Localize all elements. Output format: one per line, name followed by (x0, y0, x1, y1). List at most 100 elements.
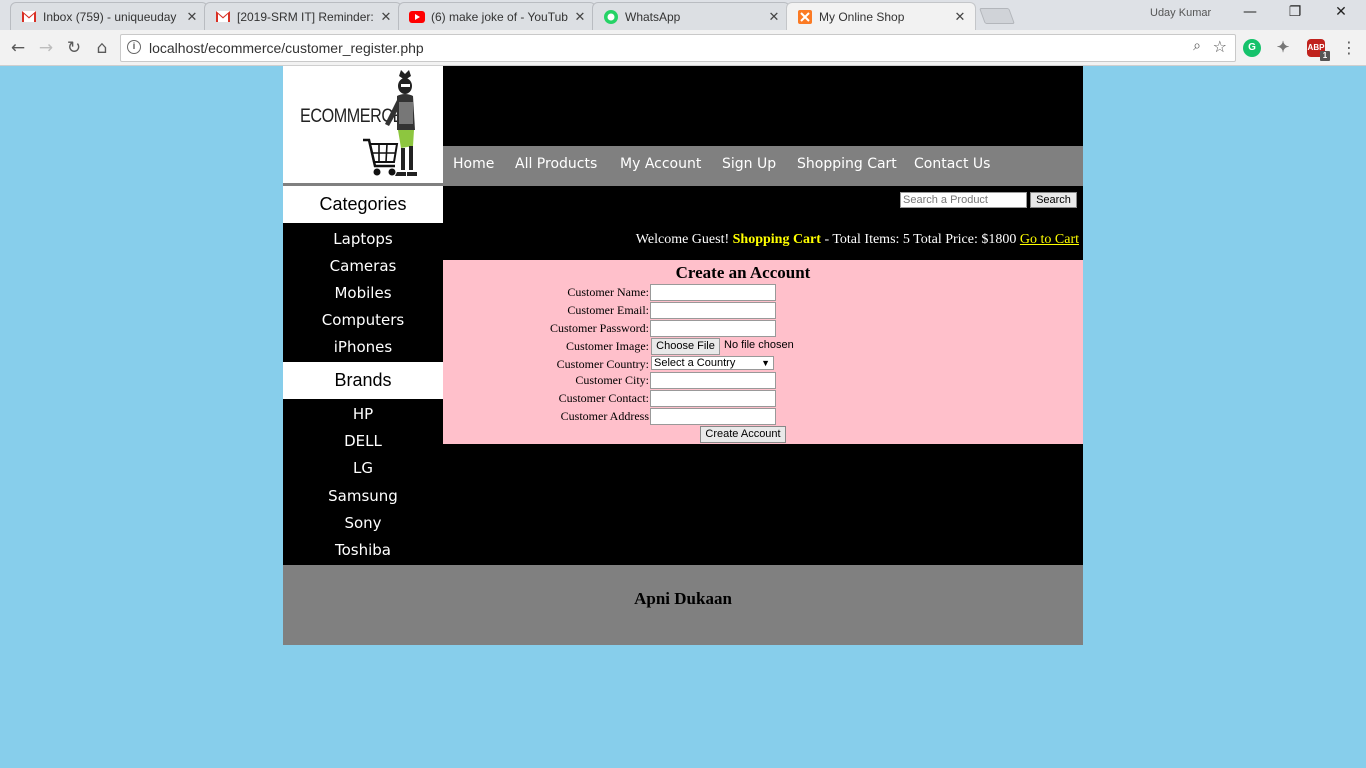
country-select[interactable]: Select a Country ▼ (651, 356, 774, 370)
country-selected-value: Select a Country (654, 357, 736, 369)
url-text[interactable]: localhost/ecommerce/customer_register.ph… (149, 40, 424, 56)
menu-sign-up[interactable]: Sign Up (722, 156, 776, 172)
search-button[interactable]: Search (1030, 192, 1077, 208)
form-row-password: Customer Password: (443, 320, 1083, 338)
close-icon[interactable]: ✕ (953, 9, 967, 25)
main-menu: Home All Products My Account Sign Up Sho… (443, 146, 1083, 186)
welcome-greeting: Welcome Guest! (635, 232, 730, 247)
window-close-icon[interactable]: ✕ (1329, 4, 1353, 20)
footer: Apni Dukaan (283, 565, 1083, 645)
profile-name[interactable]: Uday Kumar (1150, 7, 1211, 19)
gmail-icon (215, 9, 231, 25)
brands-heading: Brands (283, 362, 443, 399)
gmail-icon (21, 9, 37, 25)
browser-tab-youtube[interactable]: (6) make joke of - YouTub ✕ (398, 2, 596, 30)
tab-title: [2019-SRM IT] Reminder: (237, 9, 374, 24)
create-account-button[interactable]: Create Account (700, 426, 786, 443)
xampp-icon (797, 9, 813, 25)
close-icon[interactable]: ✕ (573, 9, 587, 25)
brand-hp[interactable]: HP (283, 405, 443, 423)
customer-email-field[interactable] (650, 302, 776, 319)
browser-tabstrip: Inbox (759) - uniqueuday ✕ [2019-SRM IT]… (0, 0, 1366, 30)
welcome-bar: Welcome Guest! Shopping Cart - Total Ite… (636, 232, 1079, 248)
info-icon[interactable]: i (127, 40, 141, 54)
go-to-cart-link[interactable]: Go to Cart (1020, 232, 1079, 247)
close-icon[interactable]: ✕ (185, 9, 199, 25)
minimize-icon[interactable]: — (1238, 4, 1262, 20)
restore-icon[interactable]: ❐ (1283, 4, 1307, 20)
brand-toshiba[interactable]: Toshiba (283, 541, 443, 559)
footer-text: Apni Dukaan (634, 589, 732, 608)
customer-contact-field[interactable] (650, 390, 776, 407)
category-laptops[interactable]: Laptops (283, 230, 443, 248)
brand-sony[interactable]: Sony (283, 514, 443, 532)
form-row-city: Customer City: (443, 372, 1083, 390)
search-input[interactable]: Search a Product (900, 192, 1027, 208)
content-area: Search a Product Search Welcome Guest! S… (443, 186, 1083, 565)
youtube-icon (409, 9, 425, 25)
home-icon[interactable]: ⌂ (90, 36, 114, 60)
category-computers[interactable]: Computers (283, 311, 443, 329)
register-form: Create an Account Customer Name: Custome… (443, 260, 1083, 444)
menu-all-products[interactable]: All Products (515, 156, 597, 172)
country-label: Customer Country: (556, 357, 649, 371)
reload-icon[interactable]: ↻ (62, 36, 86, 60)
category-iphones[interactable]: iPhones (283, 338, 443, 356)
browser-tab-whatsapp[interactable]: WhatsApp ✕ (592, 2, 790, 30)
grammarly-icon[interactable]: G (1243, 39, 1261, 57)
menu-shopping-cart[interactable]: Shopping Cart (797, 156, 897, 172)
password-label: Customer Password: (550, 321, 649, 335)
menu-contact-us[interactable]: Contact Us (914, 156, 990, 172)
brand-lg[interactable]: LG (283, 459, 443, 477)
form-row-address: Customer Address (443, 408, 1083, 426)
categories-heading: Categories (283, 186, 443, 223)
name-label: Customer Name: (567, 285, 649, 299)
brand-samsung[interactable]: Samsung (283, 487, 443, 505)
form-row-image: Customer Image: Choose File No file chos… (443, 338, 1083, 356)
browser-tab-reminder[interactable]: [2019-SRM IT] Reminder: ✕ (204, 2, 402, 30)
browser-tab-inbox[interactable]: Inbox (759) - uniqueuday ✕ (10, 2, 208, 30)
form-row-name: Customer Name: (443, 284, 1083, 302)
cart-totals: - Total Items: 5 Total Price: $1800 (824, 232, 1017, 247)
dropdown-arrow-icon: ▼ (761, 358, 770, 368)
bookmark-star-icon[interactable]: ☆ (1213, 37, 1227, 56)
image-label: Customer Image: (566, 339, 649, 353)
form-row-contact: Customer Contact: (443, 390, 1083, 408)
site-logo[interactable]: ECOMMERCE (283, 66, 443, 183)
category-mobiles[interactable]: Mobiles (283, 284, 443, 302)
tab-title: My Online Shop (819, 9, 905, 24)
menu-my-account[interactable]: My Account (620, 156, 701, 172)
new-tab-button[interactable] (979, 8, 1015, 24)
sidebar: Categories Laptops Cameras Mobiles Compu… (283, 186, 443, 565)
forward-icon[interactable]: → (34, 36, 58, 60)
back-icon[interactable]: ← (6, 36, 30, 60)
close-icon[interactable]: ✕ (379, 9, 393, 25)
category-cameras[interactable]: Cameras (283, 257, 443, 275)
customer-city-field[interactable] (650, 372, 776, 389)
browser-tab-my-online-shop[interactable]: My Online Shop ✕ (786, 2, 976, 30)
file-status: No file chosen (724, 339, 794, 351)
customer-name-field[interactable] (650, 284, 776, 301)
customer-address-field[interactable] (650, 408, 776, 425)
menu-home[interactable]: Home (453, 156, 494, 172)
city-label: Customer City: (575, 373, 649, 387)
shopping-cart-label: Shopping Cart (732, 232, 821, 247)
address-bar[interactable]: i localhost/ecommerce/customer_register.… (120, 34, 1236, 62)
customer-password-field[interactable] (650, 320, 776, 337)
browser-toolbar: ← → ↻ ⌂ i localhost/ecommerce/customer_r… (0, 30, 1366, 66)
zoom-icon[interactable]: ⌕ (1193, 38, 1201, 54)
adblock-badge: 1 (1320, 51, 1330, 61)
form-title: Create an Account (675, 263, 811, 282)
whatsapp-icon (603, 9, 619, 25)
form-row-email: Customer Email: (443, 302, 1083, 320)
tab-title: Inbox (759) - uniqueuday (43, 9, 177, 24)
contact-label: Customer Contact: (558, 391, 649, 405)
shopping-man-cart-icon (363, 70, 417, 176)
close-icon[interactable]: ✕ (767, 9, 781, 25)
tab-title: (6) make joke of - YouTub (431, 9, 568, 24)
brand-dell[interactable]: DELL (283, 432, 443, 450)
puzzle-icon[interactable]: ✦ (1274, 39, 1292, 57)
choose-file-button[interactable]: Choose File (651, 338, 720, 355)
email-label: Customer Email: (567, 303, 649, 317)
menu-kebab-icon[interactable]: ⋮ (1337, 36, 1361, 60)
